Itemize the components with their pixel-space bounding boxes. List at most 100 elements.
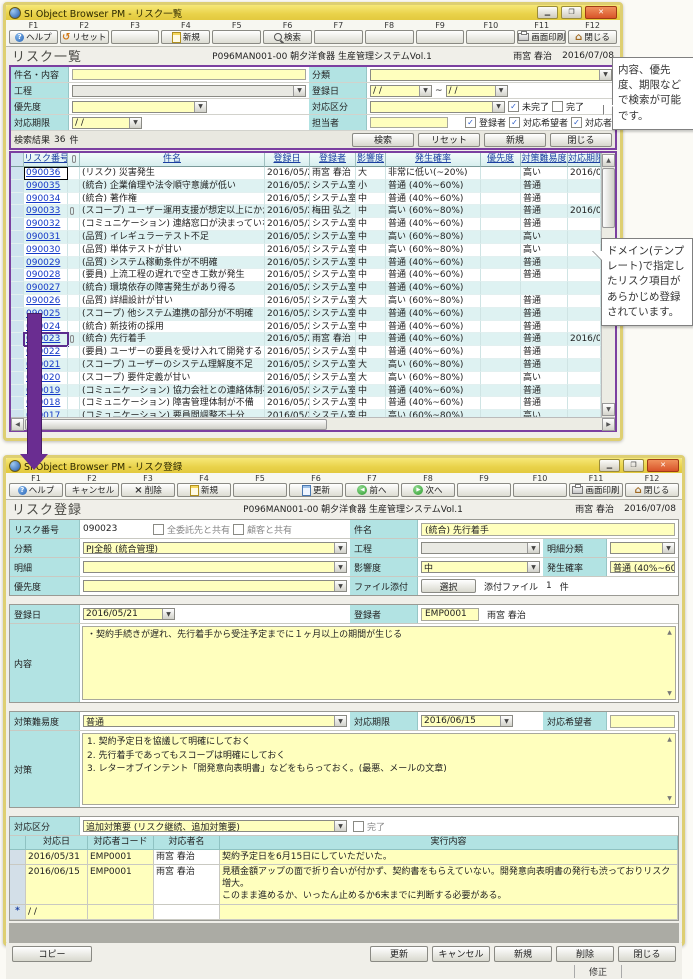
table-row[interactable]: 090032 (コミュニケーション) 連絡窓口が決まっていない 2016/05/… [11,218,601,231]
risk-number-cell[interactable]: 090036 [24,167,68,180]
resp-name-cell[interactable]: 雨宮 春治 [154,865,220,904]
priority-select[interactable]: ▼ [83,580,347,592]
new-button[interactable]: 新規 [494,946,552,962]
probability-select[interactable]: 普通 (40%~60%)▼ [610,561,675,573]
share-vendor-checkbox[interactable] [153,524,164,535]
title-bar[interactable]: SI Object Browser PM - リスク登録 ▁ ❐ ✕ [6,458,682,473]
resp-code-cell[interactable]: EMP0001 [88,850,154,865]
fkey-button[interactable]: 次へ [401,483,455,497]
chevron-down-icon[interactable]: ▼ [599,70,611,80]
chevron-down-icon[interactable]: ▼ [194,102,206,112]
fkey-button[interactable] [233,483,287,497]
resp-code-cell[interactable] [88,905,154,920]
date-to-select[interactable]: / /▼ [446,85,508,97]
fkey-button[interactable]: 検索 [263,30,312,44]
fkey-button[interactable]: 削除 [121,483,175,497]
fkey-button[interactable] [365,30,414,44]
table-row[interactable]: 090034 (統合) 著作権 2016/05/21 システム室 中 普通 (4… [11,193,601,206]
scroll-thumb[interactable] [25,419,327,430]
fkey-button[interactable]: キャンセル [65,483,119,497]
risk-number-cell[interactable]: 090027 [24,282,68,295]
header-regdate[interactable]: 登録日 [265,153,310,167]
registrant-code-input[interactable]: EMP0001 [421,608,479,621]
resp-date-cell[interactable]: / / [26,905,88,920]
header-difficulty[interactable]: 対策難易度 [521,153,568,167]
date-from-select[interactable]: / /▼ [370,85,432,97]
fkey-button[interactable]: リセット [60,30,109,44]
chevron-down-icon[interactable]: ▼ [527,543,539,553]
update-button[interactable]: 更新 [370,946,428,962]
table-row[interactable]: 090036 (リスク) 災害発生 2016/05/21 雨宮 春治 大 非常に… [11,167,601,180]
header-due[interactable]: 対応期限 [568,153,601,167]
copy-button[interactable]: コピー [12,946,92,962]
fkey-button[interactable]: 閉じる [625,483,679,497]
table-row[interactable]: 090033 (スコープ) ユーザー運用支援が想定以上にかかる 2016/05/… [11,205,601,218]
table-row[interactable]: 090035 (統合) 企業倫理や法令順守意識が低い 2016/05/21 シス… [11,180,601,193]
risk-number-link[interactable]: 090034 [26,194,60,204]
table-row[interactable]: 090027 (統合) 環境依存の障害発生があり得る 2016/05/21 シス… [11,282,601,295]
finished-checkbox[interactable] [552,101,563,112]
table-row[interactable]: 090022 (要員) ユーザーの要員を受け入れて開発する 2016/05/21… [11,346,601,359]
resp-content-cell[interactable]: 見積金額アップの面で折り合いが付かず、契約書をもらえていない。開発意向表明書の発… [220,865,678,904]
risk-number-cell[interactable]: 090030 [24,244,68,257]
minimize-icon[interactable]: ▁ [537,6,558,19]
chevron-down-icon[interactable]: ▼ [293,86,305,96]
risk-number-cell[interactable]: 090031 [24,231,68,244]
process-select[interactable]: ▼ [421,542,540,554]
responder-checkbox[interactable] [571,117,582,128]
chevron-down-icon[interactable]: ▼ [334,562,346,572]
table-row[interactable]: 090021 (スコープ) ユーザーのシステム理解度不足 2016/05/21 … [11,359,601,372]
response-row[interactable]: * / / [10,905,678,920]
table-row[interactable]: 090026 (品質) 詳細設計が甘い 2016/05/21 システム室 大 高… [11,295,601,308]
table-row[interactable]: 090031 (品質) イレギュラーテスト不足 2016/05/21 システム室… [11,231,601,244]
category-select[interactable]: PJ全般 (統合管理)▼ [83,542,347,554]
table-row[interactable]: 090018 (コミュニケーション) 障害管理体制が不備 2016/05/21 … [11,397,601,410]
risk-number-cell[interactable]: 090026 [24,295,68,308]
scroll-thumb[interactable] [602,168,615,228]
regdate-select[interactable]: 2016/05/21▼ [83,608,175,620]
table-row[interactable]: 090017 (コミュニケーション) 要員間調整不十分 2016/05/21 シ… [11,410,601,417]
share-customer-checkbox[interactable] [233,524,244,535]
resp-date-cell[interactable]: 2016/05/31 [26,850,88,865]
fkey-button[interactable]: 更新 [289,483,343,497]
fkey-button[interactable]: 画面印刷 [569,483,623,497]
reset-button[interactable]: リセット [418,133,480,147]
person-input[interactable] [370,117,448,128]
textarea-scrollbar[interactable]: ▲▼ [665,735,674,803]
table-row[interactable]: 090019 (コミュニケーション) 協力会社との連絡体制不備 2016/05/… [11,385,601,398]
risk-number-cell[interactable]: 090034 [24,193,68,206]
registrant-checkbox[interactable] [465,117,476,128]
risk-number-link[interactable]: 090033 [26,206,60,216]
requester-checkbox[interactable] [509,117,520,128]
chevron-down-icon[interactable]: ▼ [334,543,346,553]
subject-input[interactable]: (統合) 先行着手 [421,523,675,536]
risk-number-cell[interactable]: 090035 [24,180,68,193]
fkey-button[interactable] [513,483,567,497]
impact-select[interactable]: 中▼ [421,561,540,573]
risk-number-link[interactable]: 090027 [26,283,60,293]
priority-select[interactable]: ▼ [72,101,207,113]
risk-number-link[interactable]: 090026 [26,296,60,306]
chevron-down-icon[interactable]: ▼ [334,716,346,726]
maximize-icon[interactable]: ❐ [561,6,582,19]
close-button[interactable]: 閉じる [550,133,612,147]
chevron-down-icon[interactable]: ▼ [662,543,674,553]
difficulty-select[interactable]: 普通▼ [83,715,347,727]
fkey-button[interactable]: ヘルプ [9,483,63,497]
scroll-down-icon[interactable]: ▼ [602,403,615,416]
chevron-down-icon[interactable]: ▼ [495,86,507,96]
chevron-down-icon[interactable]: ▼ [334,821,346,831]
risk-number-link[interactable]: 090030 [26,245,60,255]
risk-number-link[interactable]: 090032 [26,219,60,229]
chevron-down-icon[interactable]: ▼ [527,562,539,572]
fkey-button[interactable]: 新規 [161,30,210,44]
category-select[interactable]: ▼ [370,69,612,81]
chevron-down-icon[interactable]: ▼ [492,102,504,112]
table-row[interactable]: 090024 (統合) 新技術の採用 2016/05/21 システム室 中 普通… [11,321,601,334]
respclass-select[interactable]: ▼ [370,101,505,113]
search-button[interactable]: 検索 [352,133,414,147]
content-textarea[interactable]: ・契約手続きが遅れ、先行着手から受注予定までに１ヶ月以上の期間が生じる ▲▼ [82,626,676,700]
fkey-button[interactable]: ヘルプ [9,30,58,44]
fkey-button[interactable]: 前へ [345,483,399,497]
risk-number-cell[interactable]: 090032 [24,218,68,231]
